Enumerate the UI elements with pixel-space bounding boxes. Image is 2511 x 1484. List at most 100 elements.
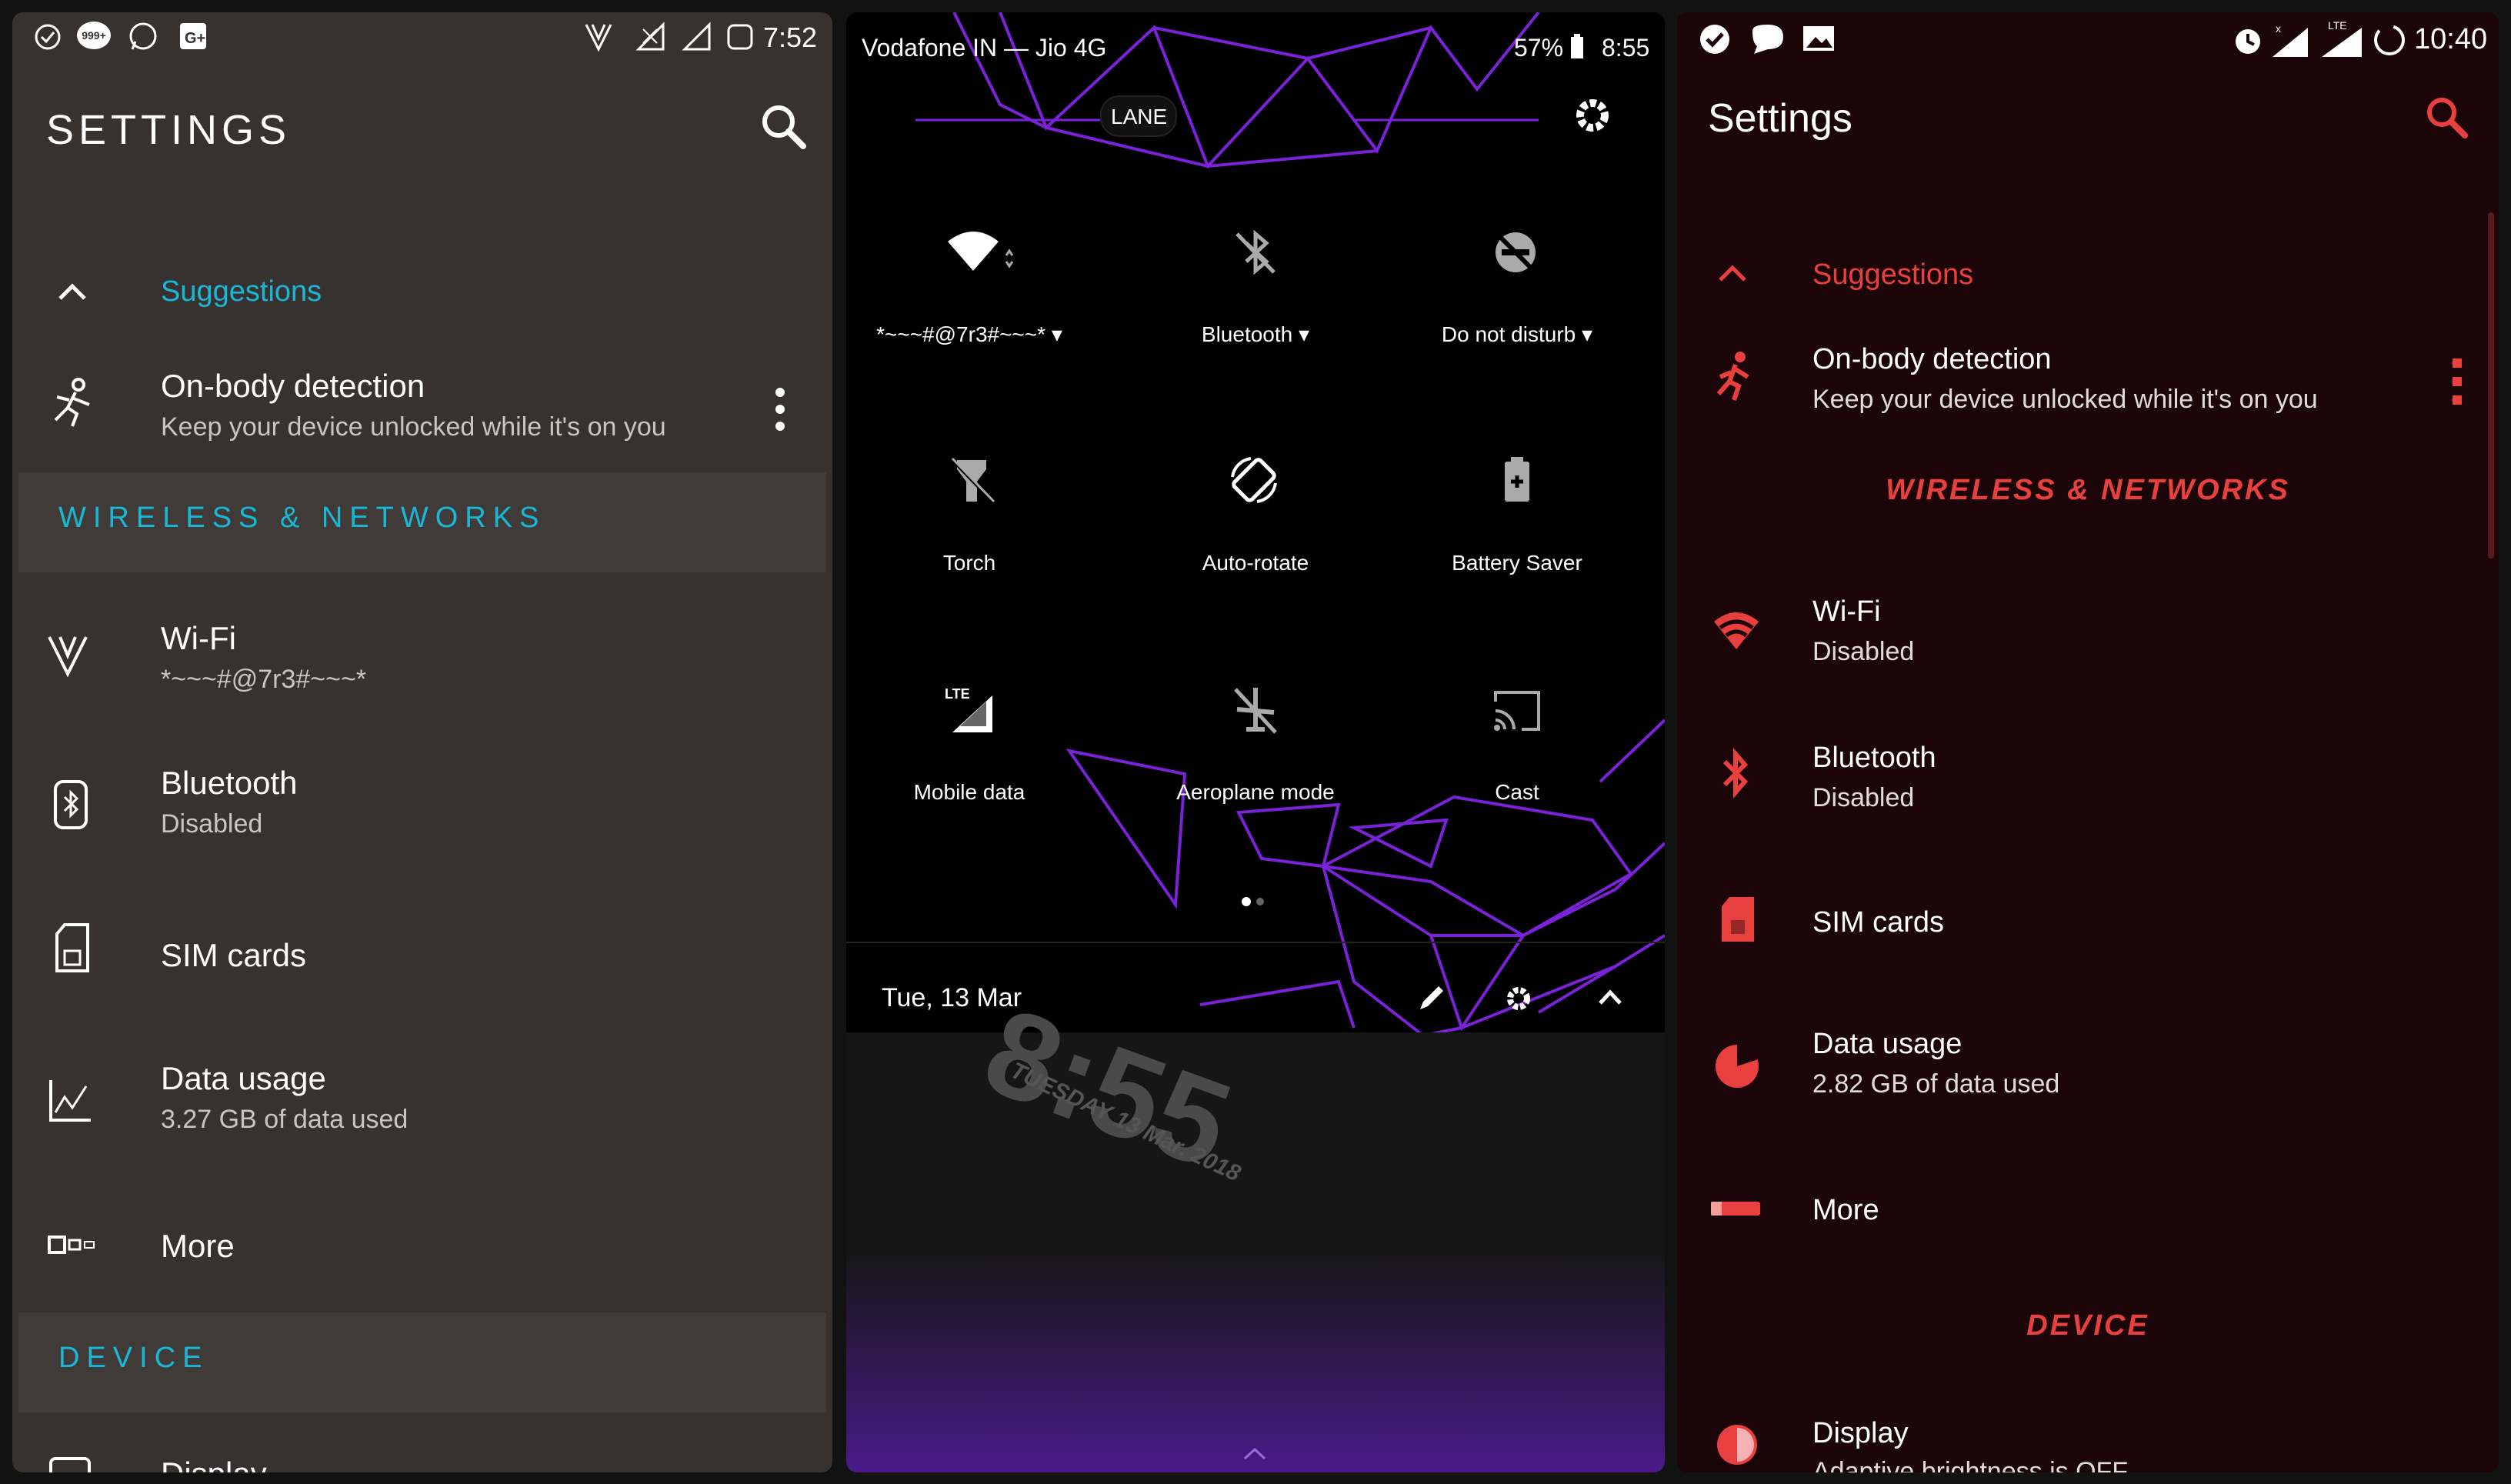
dropdown-arrow-icon[interactable]: ▾ (1052, 322, 1062, 346)
message-badge-icon: 999+ (77, 22, 111, 49)
tile-torch[interactable]: Torch (854, 435, 1085, 605)
settings-item-sim-cards[interactable]: SIM cards (1677, 863, 2477, 986)
tile-mobile-data[interactable]: LTE Mobile data (854, 665, 1085, 834)
settings-gear-icon[interactable] (1569, 92, 1616, 138)
edit-pencil-icon[interactable] (1416, 983, 1446, 1014)
section-header-device: DEVICE (18, 1312, 826, 1412)
battery-icon (727, 24, 753, 50)
sim-card-icon (1722, 897, 1754, 942)
suggestion-title: On-body detection (1812, 343, 2052, 375)
bluetooth-icon (54, 780, 88, 829)
settings-item-bluetooth[interactable]: Bluetooth Disabled (12, 743, 832, 874)
battery-icon (1571, 34, 1583, 58)
item-sub: 3.27 GB of data used (161, 1105, 408, 1134)
tile-label: Mobile data (913, 780, 1025, 804)
mobile-data-icon: LTE (945, 686, 992, 732)
whatsapp-icon (129, 22, 157, 50)
item-sub: Disabled (1812, 783, 1915, 812)
tile-bluetooth[interactable]: Bluetooth ▾ (1140, 205, 1371, 374)
suggestions-header[interactable]: Suggestions (1677, 235, 2477, 312)
settings-item-data-usage[interactable]: Data usage 3.27 GB of data used (12, 1035, 832, 1166)
settings-item-display[interactable]: Display (12, 1428, 832, 1472)
svg-text:LTE: LTE (2328, 19, 2347, 32)
suggestions-header[interactable]: Suggestions (12, 251, 832, 335)
tile-auto-rotate[interactable]: Auto-rotate (1140, 435, 1371, 605)
torch-off-icon (949, 457, 995, 503)
cast-icon (1494, 691, 1540, 731)
tile-label: Cast (1495, 780, 1539, 804)
google-plus-icon: G+ (180, 23, 206, 49)
svg-text:LTE: LTE (945, 686, 970, 702)
settings-item-wifi[interactable]: Wi-Fi Disabled (1677, 574, 2477, 697)
swipe-up-chevron-icon[interactable] (1242, 1446, 1268, 1462)
suggestions-label: Suggestions (1812, 258, 1974, 291)
suggestion-on-body-detection[interactable]: On-body detection Keep your device unloc… (1677, 328, 2493, 443)
settings-item-data-usage[interactable]: Data usage 2.82 GB of data used (1677, 1008, 2477, 1131)
divider (846, 942, 1665, 943)
signal-2-icon (682, 22, 711, 51)
settings-panel-grey: 999+ G+ 7:52 SETTINGS Suggestions On-bod… (12, 12, 832, 1472)
settings-gear-small-icon[interactable] (1503, 983, 1534, 1014)
settings-item-bluetooth[interactable]: Bluetooth Disabled (1677, 719, 2477, 842)
settings-panel-red: x LTE 10:40 Settings Suggestions On-body… (1677, 12, 2499, 1472)
tile-label: Bluetooth (1201, 322, 1293, 346)
status-bar: 999+ G+ 7:52 (12, 12, 832, 58)
item-label: Bluetooth (161, 765, 298, 801)
tile-label: Do not disturb (1441, 322, 1576, 346)
item-sub: Disabled (161, 809, 263, 839)
suggestion-on-body-detection[interactable]: On-body detection Keep your device unloc… (12, 351, 832, 466)
walking-person-icon (54, 378, 90, 427)
suggestion-subtitle: Keep your device unlocked while it's on … (161, 412, 666, 442)
date-label: Tue, 13 Mar (882, 983, 1022, 1012)
settings-item-wifi[interactable]: Wi-Fi *~~~#@7r3#~~~* (12, 597, 832, 728)
tile-wifi[interactable]: *~~~#@7r3#~~~* ▾ (854, 205, 1085, 374)
status-time: 8:55 (1602, 34, 1650, 62)
tile-do-not-disturb[interactable]: Do not disturb ▾ (1402, 205, 1632, 374)
lockscreen-preview: 8:55 TUESDAY 13 Mar. 2018 (846, 981, 1665, 1472)
tile-battery-saver[interactable]: Battery Saver (1402, 435, 1632, 605)
collapse-chevron-icon[interactable] (1597, 988, 1623, 1008)
item-sub: Adaptive brightness is OFF (1812, 1457, 2129, 1472)
brightness-icon (1717, 1425, 1757, 1465)
overflow-menu-icon[interactable] (2451, 357, 2463, 406)
wifi-icon (948, 232, 1014, 271)
wifi-v-icon (48, 636, 88, 678)
item-label: Display (1812, 1417, 1909, 1449)
svg-text:G+: G+ (185, 30, 205, 47)
brightness-slider-thumb[interactable]: LANE (1100, 95, 1177, 137)
dropdown-arrow-icon[interactable]: ▾ (1582, 322, 1592, 346)
overflow-menu-icon[interactable] (774, 386, 786, 432)
item-label: More (1812, 1194, 1879, 1226)
settings-item-more[interactable]: More (1677, 1152, 2477, 1276)
item-label: Display (161, 1456, 267, 1472)
search-icon[interactable] (759, 102, 809, 152)
tile-aeroplane-mode[interactable]: Aeroplane mode (1140, 665, 1371, 834)
running-person-icon (1716, 352, 1749, 401)
more-bar-icon (1711, 1202, 1760, 1216)
bluetooth-off-icon (1235, 229, 1276, 275)
chevron-up-icon (58, 283, 86, 300)
tile-cast[interactable]: Cast (1402, 665, 1632, 834)
page-indicator (1242, 897, 1264, 906)
section-header-device: DEVICE (2026, 1309, 2149, 1342)
wifi-icon (1714, 612, 1759, 649)
dropdown-arrow-icon[interactable]: ▾ (1299, 322, 1309, 346)
display-icon (49, 1457, 91, 1472)
tile-label: *~~~#@7r3#~~~* (876, 322, 1046, 346)
chevron-up-icon (1719, 265, 1746, 282)
item-label: Data usage (161, 1060, 326, 1096)
sim-card-icon (55, 923, 89, 972)
tile-label: Auto-rotate (1202, 551, 1309, 575)
svg-text:x: x (2276, 22, 2281, 35)
item-label: More (161, 1228, 235, 1264)
item-label: SIM cards (1812, 906, 1945, 939)
item-sub: Disabled (1812, 637, 1915, 666)
page-title: Settings (1708, 96, 1852, 141)
settings-item-sim-cards[interactable]: SIM cards (12, 889, 832, 1020)
section-header-wireless: WIRELESS & NETWORKS (1886, 474, 2290, 506)
settings-item-display[interactable]: Display Adaptive brightness is OFF (1677, 1389, 2477, 1472)
settings-item-more[interactable]: More (12, 1182, 832, 1312)
battery-saver-icon (1505, 457, 1529, 502)
search-icon[interactable] (2423, 94, 2471, 142)
status-time: 7:52 (763, 22, 818, 53)
